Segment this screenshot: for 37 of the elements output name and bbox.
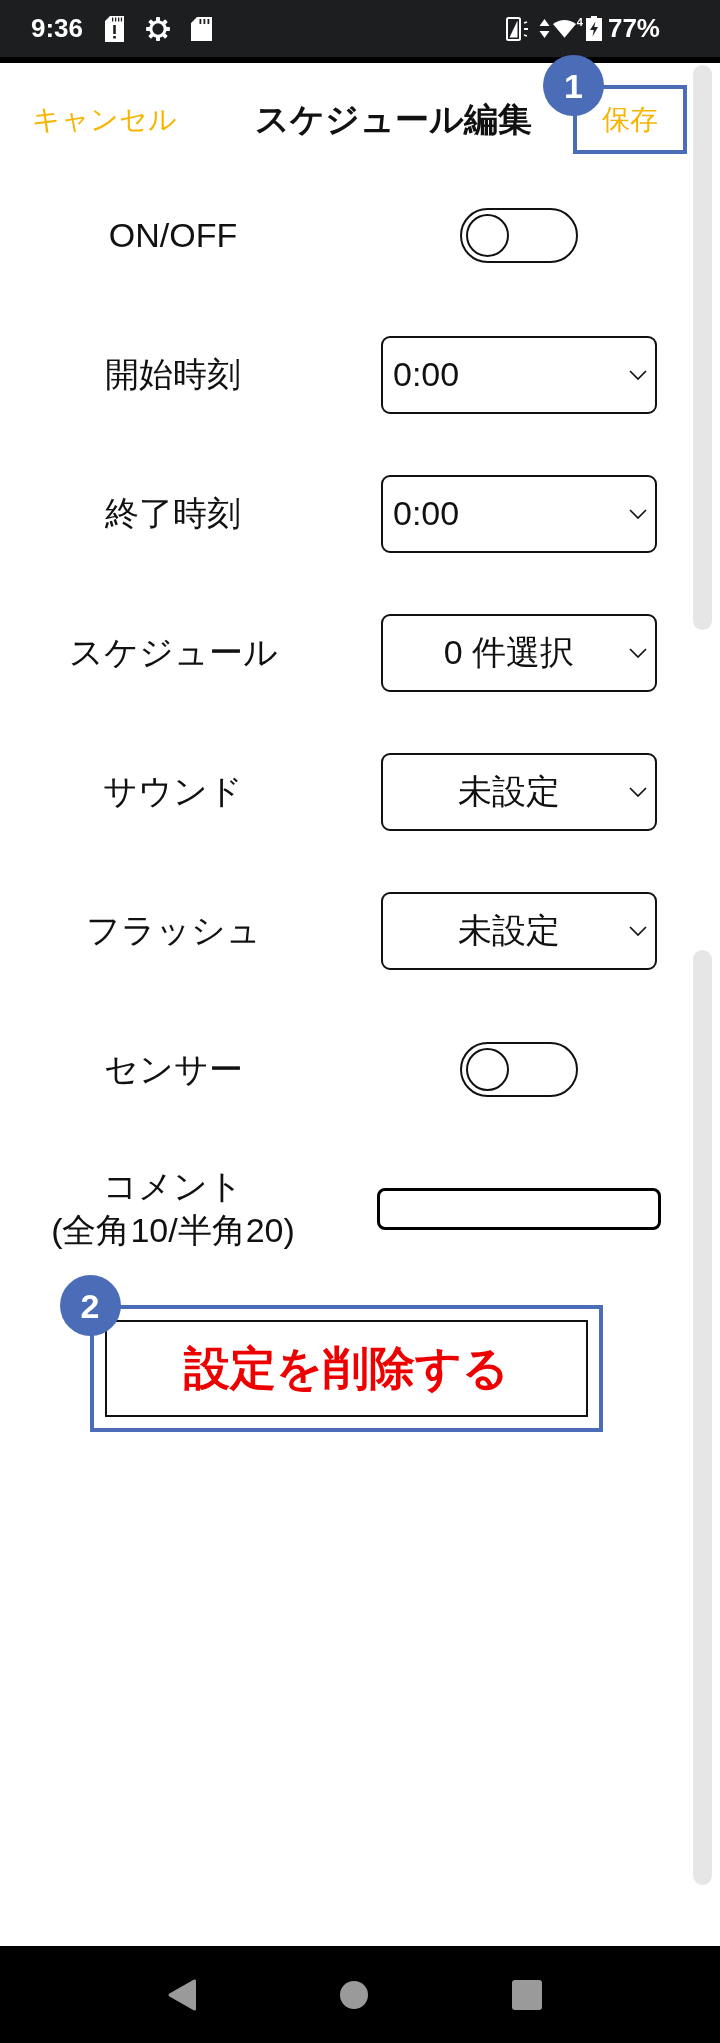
chevron-down-icon [629,647,647,658]
dropdown[interactable]: 未設定 [381,752,657,831]
network-type-label: 4 [576,17,583,28]
setting-label: コメント [103,1166,243,1208]
toggle-switch[interactable] [460,1042,578,1097]
chevron-down-icon [629,786,647,797]
battery-percent: 77% [607,13,660,44]
setting-label: 終了時刻 [105,492,241,534]
toggle-switch[interactable] [460,208,578,263]
home-icon[interactable] [340,1980,368,2009]
setting-label: ON/OFF [108,214,238,256]
dropdown[interactable]: 0:00 [381,335,657,414]
chevron-down-icon [629,508,647,519]
sd-card-alert-icon [105,15,125,42]
delete-button[interactable]: 設定を削除する [104,1320,588,1417]
comment-field[interactable] [377,1187,661,1230]
settings-icon [145,15,172,42]
setting-label: サウンド [103,770,243,812]
data-arrows-icon [538,19,550,38]
wifi-icon [552,19,576,38]
setting-label: センサー [103,1048,243,1090]
screen-title: スケジュール編集 [255,99,532,140]
back-icon[interactable] [168,1978,196,2011]
setting-label: フラッシュ [85,909,261,951]
dropdown[interactable]: 0:00 [381,474,657,553]
clock-time: 9:36 [31,13,84,44]
setting-label: 開始時刻 [105,353,241,395]
setting-label: スケジュール [68,631,278,673]
callout-badge: 2 [59,1275,121,1336]
battery-charging-icon [585,16,602,41]
dropdown[interactable]: 未設定 [381,891,657,970]
sd-card-icon [191,16,213,41]
recents-icon[interactable] [512,1979,542,2010]
dropdown[interactable]: 0 件選択 [381,613,657,692]
chevron-down-icon [629,925,647,936]
chevron-down-icon [629,369,647,380]
input-limit-note: (全角10/半角20) [51,1209,295,1251]
